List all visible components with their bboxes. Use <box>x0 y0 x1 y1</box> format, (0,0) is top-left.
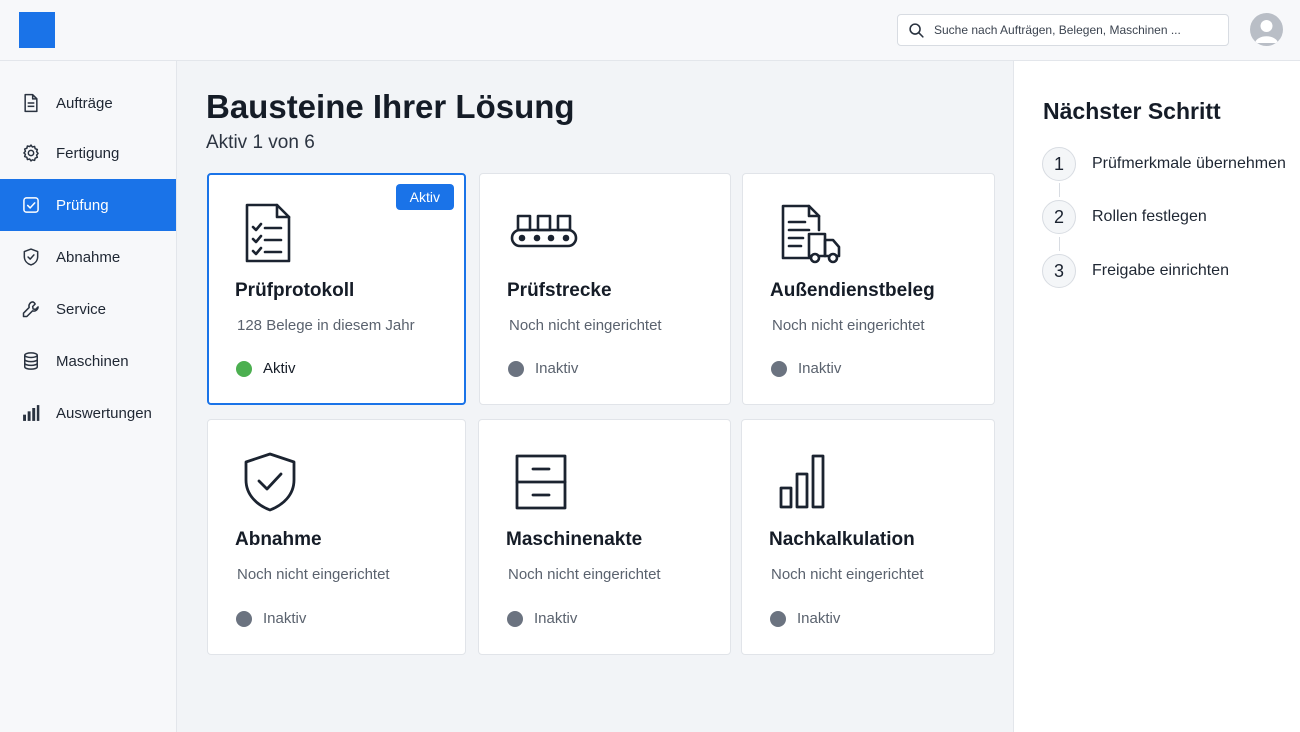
status-dot-inactive <box>236 610 252 627</box>
document-truck-icon <box>779 202 843 266</box>
next-step-panel: Nächster Schritt 1 Prüfmerkmale übernehm… <box>1013 61 1300 732</box>
status-dot-active <box>236 360 252 377</box>
gear-icon <box>20 142 42 164</box>
step-number: 3 <box>1042 254 1076 288</box>
status-dot-inactive <box>508 360 524 377</box>
step-connector <box>1059 183 1060 197</box>
bar-chart-icon <box>778 452 842 516</box>
page-subtitle: Aktiv 1 von 6 <box>206 132 315 153</box>
module-card-pruefstrecke[interactable]: Prüfstrecke Noch nicht eingerichtet Inak… <box>479 173 731 405</box>
step-number: 1 <box>1042 147 1076 181</box>
step-item[interactable]: 3 Freigabe einrichten <box>1042 254 1229 288</box>
file-cabinet-icon <box>513 452 577 516</box>
card-description: Noch nicht eingerichtet <box>771 566 924 583</box>
status-dot-inactive <box>770 610 786 627</box>
status-label: Inaktiv <box>798 360 842 377</box>
shield-icon <box>20 246 42 268</box>
card-title: Prüfstrecke <box>507 280 612 301</box>
card-description: Noch nicht eingerichtet <box>772 317 925 334</box>
status-label: Inaktiv <box>535 360 579 377</box>
sidebar-item-pruefung[interactable]: Prüfung <box>0 179 176 231</box>
bar-chart-icon <box>20 402 42 424</box>
card-status: Inaktiv <box>507 610 577 627</box>
app-logo[interactable] <box>19 12 55 48</box>
module-card-nachkalkulation[interactable]: Nachkalkulation Noch nicht eingerichtet … <box>741 419 995 655</box>
status-dot-inactive <box>507 610 523 627</box>
card-status: Inaktiv <box>770 610 840 627</box>
card-status: Inaktiv <box>236 610 306 627</box>
sidebar-item-auswertungen[interactable]: Auswertungen <box>0 387 176 439</box>
card-title: Prüfprotokoll <box>235 280 355 301</box>
module-card-pruefprotokoll[interactable]: Aktiv Prüfprotokoll 128 Belege in diesem… <box>207 173 466 405</box>
user-avatar[interactable] <box>1250 13 1283 46</box>
card-title: Außendienstbeleg <box>770 280 935 301</box>
sidebar-item-label: Fertigung <box>56 144 120 162</box>
sidebar-item-label: Abnahme <box>56 248 121 266</box>
module-card-abnahme[interactable]: Abnahme Noch nicht eingerichtet Inaktiv <box>207 419 466 655</box>
wrench-icon <box>20 298 42 320</box>
card-title: Nachkalkulation <box>769 529 915 550</box>
status-dot-inactive <box>771 360 787 377</box>
sidebar-item-label: Auswertungen <box>56 404 152 422</box>
status-label: Inaktiv <box>263 610 307 627</box>
step-connector <box>1059 237 1060 251</box>
status-label: Aktiv <box>263 360 296 377</box>
database-icon <box>20 350 42 372</box>
card-description: Noch nicht eingerichtet <box>237 566 390 583</box>
card-description: 128 Belege in diesem Jahr <box>237 317 415 334</box>
module-card-aussendienstbeleg[interactable]: Außendienstbeleg Noch nicht eingerichtet… <box>742 173 995 405</box>
sidebar-item-abnahme[interactable]: Abnahme <box>0 231 176 283</box>
conveyor-icon <box>510 200 578 264</box>
card-title: Abnahme <box>235 529 322 550</box>
user-icon <box>1255 20 1278 43</box>
step-label: Freigabe einrichten <box>1092 262 1229 279</box>
search-icon <box>898 22 934 39</box>
checklist-document-icon <box>237 201 301 265</box>
sidebar-item-fertigung[interactable]: Fertigung <box>0 127 176 179</box>
sidebar: Aufträge Fertigung Prüfung Abnahme Servi… <box>0 61 177 732</box>
search-box[interactable] <box>897 14 1229 46</box>
step-label: Rollen festlegen <box>1092 208 1207 225</box>
step-item[interactable]: 2 Rollen festlegen <box>1042 200 1207 234</box>
card-description: Noch nicht eingerichtet <box>508 566 661 583</box>
checkbox-icon <box>20 194 42 216</box>
step-item[interactable]: 1 Prüfmerkmale übernehmen <box>1042 147 1286 181</box>
step-number: 2 <box>1042 200 1076 234</box>
sidebar-item-label: Maschinen <box>56 352 129 370</box>
card-status: Inaktiv <box>508 360 578 377</box>
shield-check-icon <box>240 450 304 514</box>
sidebar-item-service[interactable]: Service <box>0 283 176 335</box>
search-input[interactable] <box>934 23 1214 37</box>
document-icon <box>20 92 42 114</box>
card-status: Aktiv <box>236 360 296 377</box>
card-status: Inaktiv <box>771 360 841 377</box>
sidebar-item-label: Service <box>56 300 107 318</box>
sidebar-item-label: Prüfung <box>56 196 109 214</box>
sidebar-item-label: Aufträge <box>56 94 113 112</box>
active-badge: Aktiv <box>395 184 454 210</box>
card-description: Noch nicht eingerichtet <box>509 317 662 334</box>
status-label: Inaktiv <box>797 610 841 627</box>
sidebar-item-maschinen[interactable]: Maschinen <box>0 335 176 387</box>
top-bar <box>0 0 1300 61</box>
page-title: Bausteine Ihrer Lösung <box>206 88 575 125</box>
main-content: Bausteine Ihrer Lösung Aktiv 1 von 6 Akt… <box>177 61 1013 732</box>
status-label: Inaktiv <box>534 610 578 627</box>
card-title: Maschinenakte <box>506 529 643 550</box>
module-card-maschinenakte[interactable]: Maschinenakte Noch nicht eingerichtet In… <box>478 419 731 655</box>
sidebar-item-auftraege[interactable]: Aufträge <box>0 77 176 129</box>
step-label: Prüfmerkmale übernehmen <box>1092 155 1286 172</box>
next-step-title: Nächster Schritt <box>1043 98 1221 124</box>
